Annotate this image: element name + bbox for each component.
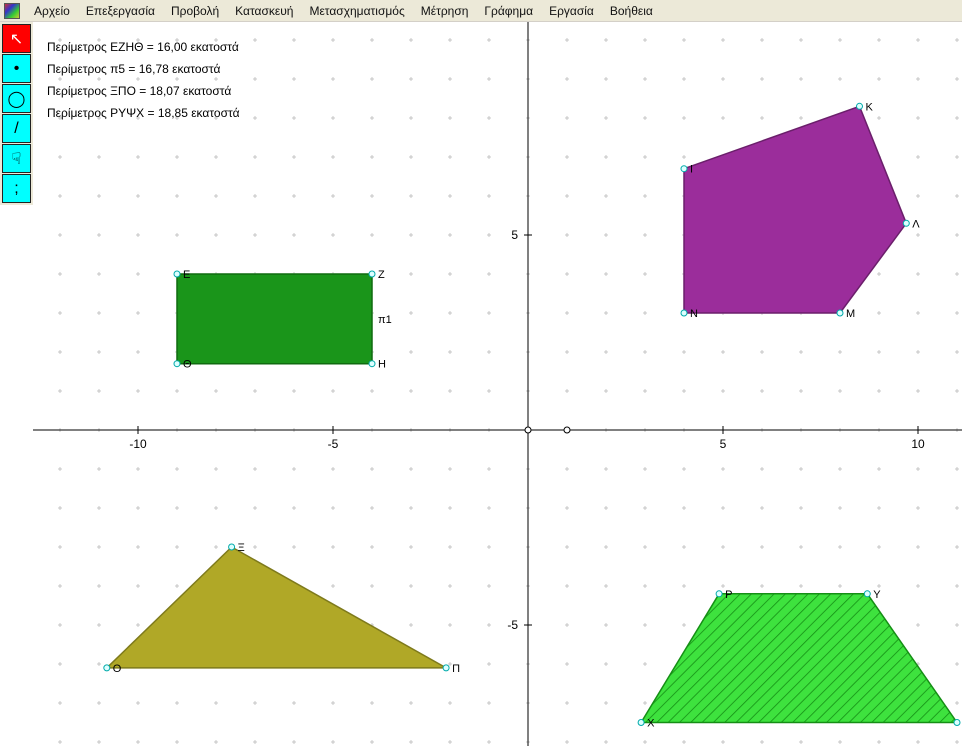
menu-item-6[interactable]: Γράφημα	[476, 2, 541, 20]
vertex-label: Ι	[690, 164, 693, 176]
measurements-list: Περίμετρος ΕΖΗΘ = 16,00 εκατοστάΠερίμετρ…	[47, 36, 240, 124]
y-tick-label: 5	[511, 228, 518, 242]
hand-tool[interactable]: ☟	[2, 144, 31, 173]
menu-item-2[interactable]: Προβολή	[163, 2, 227, 20]
vertex-label: Ν	[690, 308, 698, 320]
shape-trapezoid[interactable]	[641, 594, 957, 723]
circle-tool[interactable]: ◯	[2, 84, 31, 113]
vertex-label: Θ	[183, 359, 192, 371]
menu-item-4[interactable]: Μετασχηματισμός	[301, 2, 412, 20]
measurement-line[interactable]: Περίμετρος ΡΥΨΧ = 18,85 εκατοστά	[47, 102, 240, 124]
menu-item-3[interactable]: Κατασκευή	[227, 2, 301, 20]
text-tool[interactable]: ;	[2, 174, 31, 203]
menu-item-1[interactable]: Επεξεργασία	[78, 2, 163, 20]
segment-label: π1	[378, 314, 392, 326]
vertex-point[interactable]	[369, 361, 375, 367]
vertex-point[interactable]	[864, 591, 870, 597]
vertex-label: Ο	[113, 663, 122, 675]
menu-item-5[interactable]: Μέτρηση	[413, 2, 477, 20]
shape-triangle[interactable]	[107, 547, 446, 668]
pointer-tool[interactable]: ↖	[2, 24, 31, 53]
vertex-point[interactable]	[681, 310, 687, 316]
shape-rectangle[interactable]	[177, 274, 372, 364]
app-icon	[4, 3, 20, 19]
y-tick-label: -5	[507, 618, 518, 632]
vertex-point[interactable]	[903, 220, 909, 226]
vertex-label: Χ	[647, 718, 655, 730]
x-tick-label: 10	[911, 437, 925, 451]
menu-item-7[interactable]: Εργασία	[541, 2, 602, 20]
vertex-label: Υ	[873, 589, 881, 601]
vertex-label: Λ	[912, 218, 920, 230]
vertex-point[interactable]	[443, 665, 449, 671]
vertex-point[interactable]	[104, 665, 110, 671]
drawing-surface[interactable]: -10-5510-55EZHΘπ1ΙΚΛΜΝΞΠΟΡΥΨΧ	[33, 22, 962, 746]
point-tool[interactable]: •	[2, 54, 31, 83]
vertex-point[interactable]	[716, 591, 722, 597]
measurement-line[interactable]: Περίμετρος π5 = 16,78 εκατοστά	[47, 58, 240, 80]
vertex-label: Κ	[866, 101, 874, 113]
vertex-point[interactable]	[174, 361, 180, 367]
line-tool[interactable]: /	[2, 114, 31, 143]
origin-point[interactable]	[525, 427, 531, 433]
vertex-point[interactable]	[837, 310, 843, 316]
menu-item-0[interactable]: Αρχείο	[26, 2, 78, 20]
vertex-label: Z	[378, 269, 385, 281]
vertex-label: Ξ	[238, 542, 245, 554]
vertex-point[interactable]	[857, 103, 863, 109]
shape-pentagon[interactable]	[684, 106, 906, 313]
vertex-point[interactable]	[229, 544, 235, 550]
vertex-point[interactable]	[681, 166, 687, 172]
vertex-label: Π	[452, 663, 460, 675]
measurement-line[interactable]: Περίμετρος ΞΠΟ = 18,07 εκατοστά	[47, 80, 240, 102]
vertex-point[interactable]	[638, 720, 644, 726]
vertex-point[interactable]	[174, 271, 180, 277]
sidebar-toolbar: ↖•◯/☟;	[0, 22, 33, 205]
canvas-area[interactable]: -10-5510-55EZHΘπ1ΙΚΛΜΝΞΠΟΡΥΨΧ Περίμετρος…	[33, 22, 962, 746]
unit-point[interactable]	[564, 427, 570, 433]
x-tick-label: 5	[720, 437, 727, 451]
x-tick-label: -5	[328, 437, 339, 451]
vertex-point[interactable]	[954, 720, 960, 726]
vertex-label: H	[378, 359, 386, 371]
vertex-label: E	[183, 269, 190, 281]
vertex-label: Μ	[846, 308, 855, 320]
x-tick-label: -10	[129, 437, 147, 451]
measurement-line[interactable]: Περίμετρος ΕΖΗΘ = 16,00 εκατοστά	[47, 36, 240, 58]
menubar: ΑρχείοΕπεξεργασίαΠροβολήΚατασκευήΜετασχη…	[0, 0, 962, 22]
vertex-point[interactable]	[369, 271, 375, 277]
menu-item-8[interactable]: Βοήθεια	[602, 2, 661, 20]
vertex-label: Ρ	[725, 589, 732, 601]
